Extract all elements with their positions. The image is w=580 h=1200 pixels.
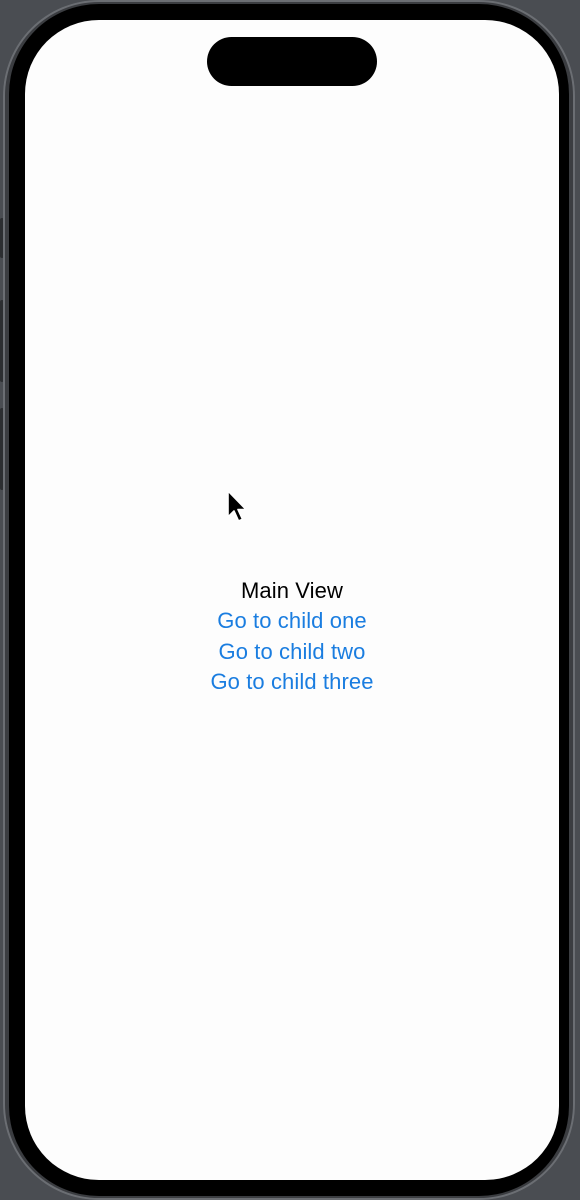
simulator-stage: Main View Go to child one Go to child tw… [0,0,580,1200]
link-child-two[interactable]: Go to child two [218,637,365,668]
main-view-stack: Main View Go to child one Go to child tw… [25,576,559,698]
link-child-three[interactable]: Go to child three [210,667,373,698]
mouse-pointer-icon [227,490,247,522]
link-child-one[interactable]: Go to child one [217,606,366,637]
main-view-title: Main View [241,578,343,603]
device-screen: Main View Go to child one Go to child tw… [25,20,559,1180]
dynamic-island [207,37,377,86]
